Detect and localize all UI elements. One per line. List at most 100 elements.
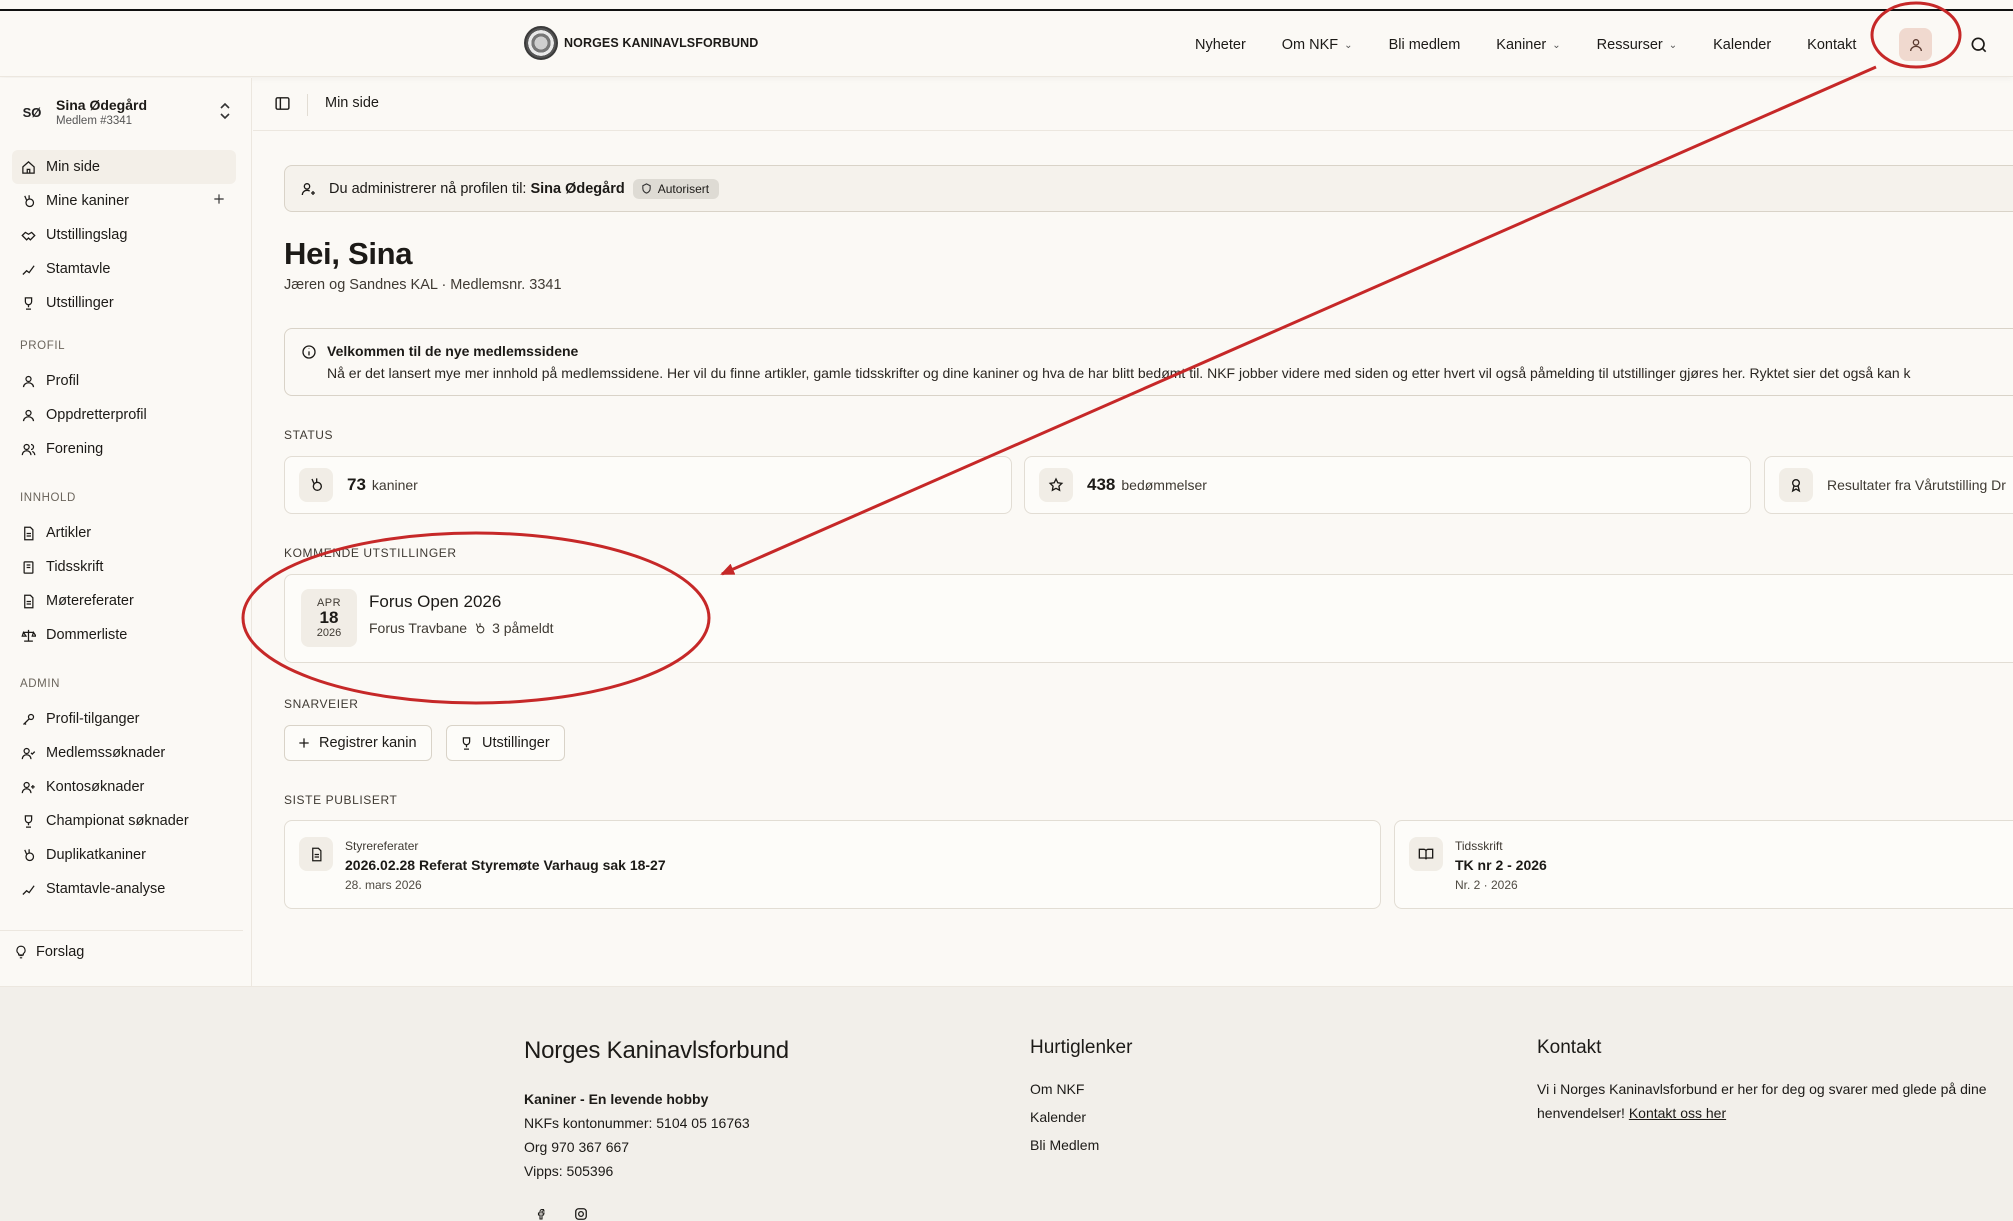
nav-kaniner[interactable]: Kaniner ⌄ <box>1496 37 1560 53</box>
rabbit-icon <box>299 468 333 502</box>
published-title: 2026.02.28 Referat Styremøte Varhaug sak… <box>345 857 666 873</box>
nav-om-nkf[interactable]: Om NKF ⌄ <box>1282 37 1353 53</box>
contact-link[interactable]: Kontakt oss her <box>1629 1105 1726 1121</box>
exhibitions-button[interactable]: Utstillinger <box>446 725 565 761</box>
sidebar-item-label: Forening <box>46 441 104 457</box>
stat-card-rabbits[interactable]: 73 kaniner <box>284 456 1012 514</box>
sidebar-item-profil-tilganger[interactable]: Profil-tilganger <box>12 702 236 736</box>
sidebar-item-artikler[interactable]: Artikler <box>12 516 236 550</box>
footer-link-kalender[interactable]: Kalender <box>1030 1103 1132 1131</box>
rabbit-icon <box>475 622 485 633</box>
facebook-icon[interactable] <box>536 1207 548 1221</box>
users-icon <box>20 441 36 457</box>
scale-icon <box>20 627 36 643</box>
footer-link-om-nkf[interactable]: Om NKF <box>1030 1075 1132 1103</box>
site-header: NORGES KANINAVLSFORBUND Nyheter Om NKF ⌄ … <box>0 11 2013 77</box>
nav-label: Ressurser <box>1596 37 1663 53</box>
rabbit-icon <box>20 193 36 209</box>
sidebar-item-label: Oppdretterprofil <box>46 407 147 423</box>
document-icon <box>20 525 36 541</box>
register-rabbit-button[interactable]: Registrer kanin <box>284 725 432 761</box>
trophy-icon <box>20 295 36 311</box>
nav-ressurser[interactable]: Ressurser ⌄ <box>1597 37 1677 53</box>
published-date: Nr. 2 · 2026 <box>1455 878 1518 892</box>
sidebar-item-medlemssoknader[interactable]: Medlemssøknader <box>12 736 236 770</box>
sub-toolbar: Min side <box>253 78 2013 131</box>
event-card[interactable]: APR 18 2026 Forus Open 2026 Forus Travba… <box>284 574 2013 663</box>
breadcrumb: Min side <box>325 95 379 111</box>
toolbar-divider <box>307 94 308 116</box>
footer-link-bli-medlem[interactable]: Bli Medlem <box>1030 1131 1132 1159</box>
section-label-profil: PROFIL <box>20 340 66 352</box>
user-check-icon <box>20 745 36 761</box>
tree-icon <box>20 881 36 897</box>
sidebar-item-oppdretterprofil[interactable]: Oppdretterprofil <box>12 398 236 432</box>
handshake-icon <box>20 227 36 243</box>
sidebar-item-forening[interactable]: Forening <box>12 432 236 466</box>
sidebar-item-stamtavle[interactable]: Stamtavle <box>12 252 236 286</box>
sidebar-item-label: Duplikatkaniner <box>46 847 146 863</box>
sidebar-item-tidsskrift[interactable]: Tidsskrift <box>12 550 236 584</box>
instagram-icon[interactable] <box>574 1207 588 1221</box>
user-menu-button[interactable] <box>1899 28 1932 61</box>
site-logo[interactable]: NORGES KANINAVLSFORBUND <box>524 26 758 60</box>
sidebar-toggle-icon[interactable] <box>274 95 291 116</box>
nav-kontakt[interactable]: Kontakt <box>1807 37 1856 53</box>
admin-impersonation-banner: Du administrerer nå profilen til: Sina Ø… <box>284 165 2013 212</box>
main-menu: Min side Mine kaniner Utstillingslag Sta… <box>12 150 236 320</box>
nav-nyheter[interactable]: Nyheter <box>1195 37 1246 53</box>
sidebar-item-min-side[interactable]: Min side <box>12 150 236 184</box>
member-number: Medlem #3341 <box>56 115 133 127</box>
button-label: Registrer kanin <box>319 735 417 751</box>
star-icon <box>1039 468 1073 502</box>
sidebar-item-mine-kaniner[interactable]: Mine kaniner <box>12 184 236 218</box>
stat-number: 438 <box>1087 475 1116 494</box>
shield-icon <box>642 183 651 194</box>
sidebar-item-dommerliste[interactable]: Dommerliste <box>12 618 236 652</box>
event-title: Forus Open 2026 <box>369 592 502 611</box>
sidebar-item-duplikatkaniner[interactable]: Duplikatkaniner <box>12 838 236 872</box>
search-icon <box>1971 37 1987 53</box>
footer-social <box>524 1207 789 1221</box>
footer-contact-title: Kontakt <box>1537 1037 1602 1058</box>
stat-card-results[interactable]: Resultater fra Vårutstilling Dr <box>1764 456 2013 514</box>
sidebar-item-label: Artikler <box>46 525 92 541</box>
nav-kalender[interactable]: Kalender <box>1713 37 1771 53</box>
book-icon <box>20 559 36 575</box>
event-year: 2026 <box>316 627 342 639</box>
sidebar-item-label: Utstillingslag <box>46 227 128 243</box>
sidebar-item-stamtavle-analyse[interactable]: Stamtavle-analyse <box>12 872 236 906</box>
published-card[interactable]: Styrereferater 2026.02.28 Referat Styrem… <box>284 820 1381 909</box>
user-switcher[interactable]: SØ Sina Ødegård Medlem #3341 <box>18 93 238 131</box>
sidebar-item-motereferater[interactable]: Møtereferater <box>12 584 236 618</box>
info-notice: Velkommen til de nye medlemssidene Nå er… <box>284 328 2013 396</box>
search-button[interactable] <box>1966 32 1992 58</box>
sidebar-item-forslag[interactable]: Forslag <box>14 944 84 960</box>
nav-label: Kontakt <box>1807 37 1857 53</box>
footer-account: NKFs kontonummer: 5104 05 16763 <box>524 1115 750 1131</box>
button-label: Utstillinger <box>482 735 550 751</box>
published-date: 28. mars 2026 <box>345 878 422 892</box>
profil-menu: PROFIL Profil Oppdretterprofil Forening <box>12 336 236 466</box>
sidebar-item-utstillingslag[interactable]: Utstillingslag <box>12 218 236 252</box>
user-plus-icon <box>20 779 36 795</box>
published-title: TK nr 2 - 2026 <box>1455 857 1547 873</box>
nav-label: Kalender <box>1713 37 1772 53</box>
sidebar-item-utstillinger[interactable]: Utstillinger <box>12 286 236 320</box>
sidebar-item-label: Medlemssøknader <box>46 745 166 761</box>
site-footer: Norges Kaninavlsforbund Kaniner - En lev… <box>0 986 2013 1221</box>
published-card[interactable]: Tidsskrift TK nr 2 - 2026 Nr. 2 · 2026 <box>1394 820 2013 909</box>
nav-bli-medlem[interactable]: Bli medlem <box>1389 37 1461 53</box>
add-rabbit-icon[interactable] <box>212 192 226 210</box>
page-title: Hei, Sina <box>284 236 413 271</box>
banner-name: Sina Ødegård <box>530 180 625 197</box>
stat-card-judgements[interactable]: 438 bedømmelser <box>1024 456 1751 514</box>
info-title: Velkommen til de nye medlemssidene <box>327 343 579 359</box>
section-label-admin: ADMIN <box>20 678 61 690</box>
sidebar-item-kontosoknader[interactable]: Kontosøknader <box>12 770 236 804</box>
status-badge: Autorisert <box>632 178 720 199</box>
section-label-upcoming: KOMMENDE UTSTILLINGER <box>284 546 457 560</box>
sidebar-item-championat-soknader[interactable]: Championat søknader <box>12 804 236 838</box>
logo-seal-icon <box>524 26 558 60</box>
sidebar-item-profil[interactable]: Profil <box>12 364 236 398</box>
